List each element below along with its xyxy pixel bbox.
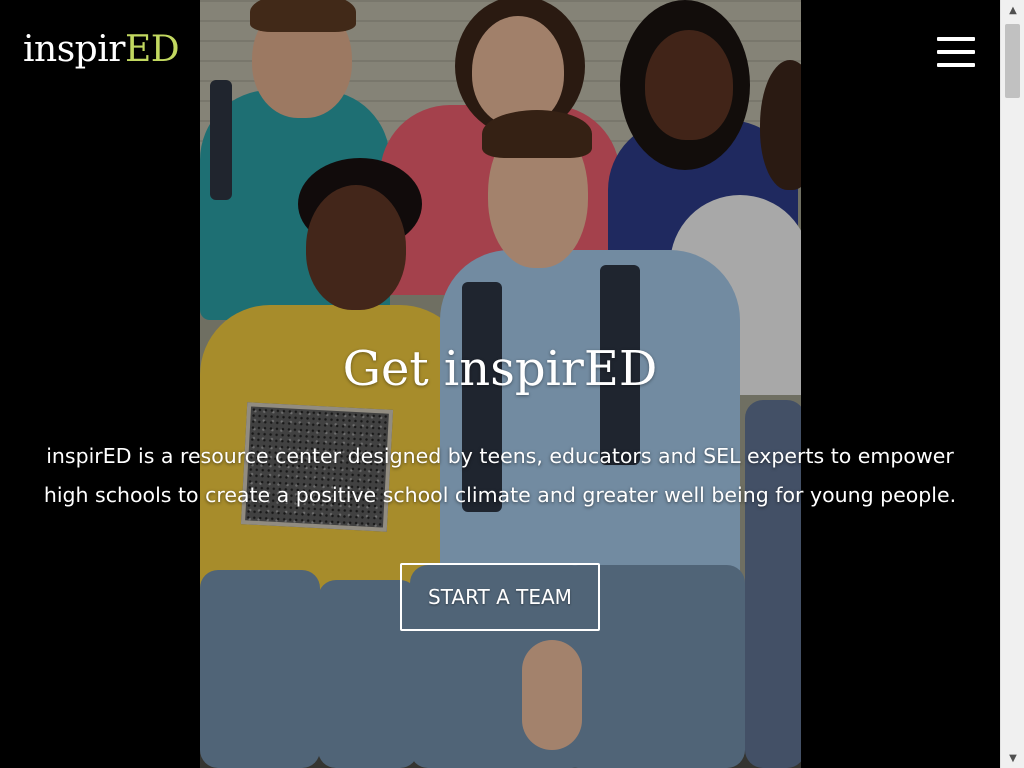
menu-bar [937,63,975,67]
hamburger-menu-icon[interactable] [937,37,975,73]
menu-bar [937,37,975,41]
hero-title: Get inspirED [342,341,658,397]
page: inspirED Get inspirED inspirED is a reso… [0,0,1000,768]
site-logo[interactable]: inspirED [23,29,180,70]
scroll-down-arrow-icon[interactable]: ▼ [1001,748,1024,768]
menu-bar [937,50,975,54]
logo-text-suffix: ED [124,29,180,70]
hero-description: inspirED is a resource center designed b… [43,444,957,507]
scroll-thumb[interactable] [1005,24,1020,98]
scroll-up-arrow-icon[interactable]: ▲ [1001,0,1024,20]
vertical-scrollbar[interactable]: ▲ ▼ [1000,0,1024,768]
start-team-button[interactable]: START A TEAM [400,563,600,631]
logo-text-prefix: inspir [23,29,125,70]
